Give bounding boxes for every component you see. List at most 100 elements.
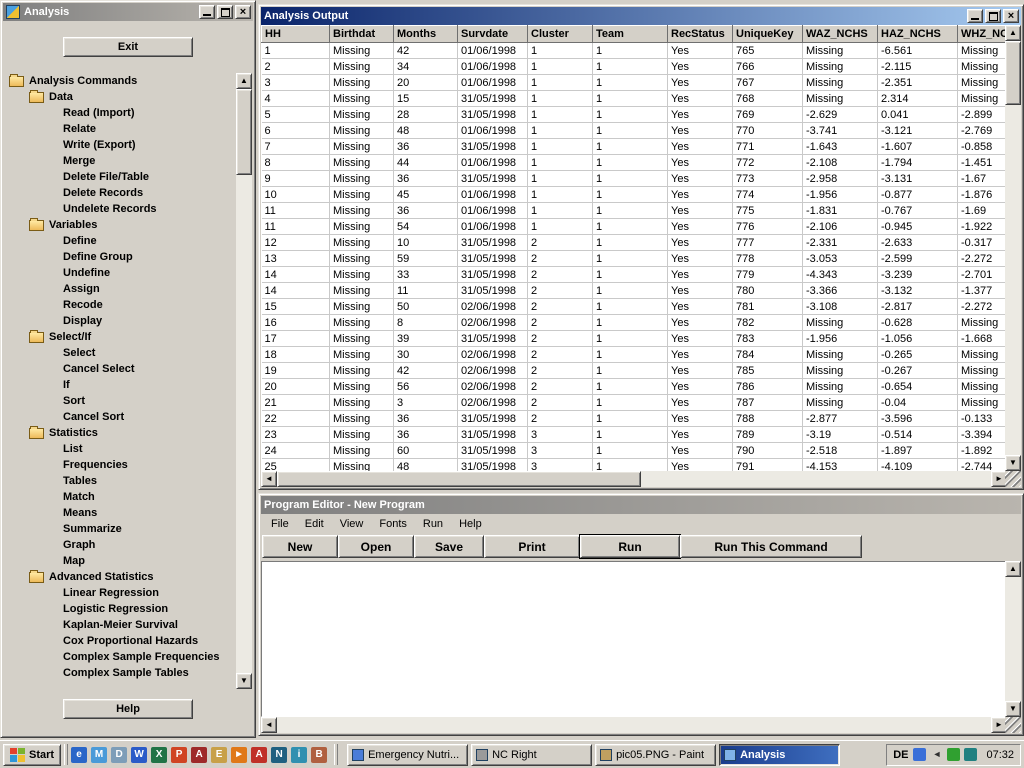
show-desktop-icon[interactable]: D [111, 747, 127, 763]
column-header-whz-nchs[interactable]: WHZ_NCHS [958, 26, 1008, 43]
table-row[interactable]: 5Missing2831/05/199811Yes769-2.6290.041-… [262, 107, 1008, 123]
table-row[interactable]: 20Missing5602/06/199821Yes786Missing-0.6… [262, 379, 1008, 395]
toolbar-drag-handle[interactable] [64, 744, 68, 765]
tree-item-complex-sample-frequencies[interactable]: Complex Sample Frequencies [63, 651, 220, 663]
tree-item-if[interactable]: If [63, 379, 70, 391]
paint-icon[interactable]: B [311, 747, 327, 763]
tree-group-data[interactable]: Data [49, 91, 73, 103]
tree-item-linear-regression[interactable]: Linear Regression [63, 587, 159, 599]
table-row[interactable]: 14Missing1131/05/199821Yes780-3.366-3.13… [262, 283, 1008, 299]
volume-icon[interactable]: ◄ [930, 748, 943, 761]
program-editor-textarea[interactable] [261, 561, 1007, 717]
output-minimize-button[interactable] [967, 9, 983, 23]
table-row[interactable]: 19Missing4202/06/199821Yes785Missing-0.2… [262, 363, 1008, 379]
column-header-uniquekey[interactable]: UniqueKey [733, 26, 803, 43]
table-row[interactable]: 11Missing5401/06/199811Yes776-2.106-0.94… [262, 219, 1008, 235]
resize-grip[interactable] [1005, 471, 1021, 487]
scroll-up-button[interactable]: ▲ [1005, 25, 1021, 41]
epi-info-icon[interactable]: i [291, 747, 307, 763]
table-row[interactable]: 16Missing802/06/199821Yes782Missing-0.62… [262, 315, 1008, 331]
menu-view[interactable]: View [332, 516, 372, 532]
table-row[interactable]: 17Missing3931/05/199821Yes783-1.956-1.05… [262, 331, 1008, 347]
table-row[interactable]: 11Missing3601/06/199811Yes775-1.831-0.76… [262, 203, 1008, 219]
editor-horizontal-scrollbar[interactable]: ◄ ► [261, 717, 1007, 733]
table-row[interactable]: 7Missing3631/05/199811Yes771-1.643-1.607… [262, 139, 1008, 155]
tree-scrollbar[interactable]: ▲ ▼ [236, 73, 252, 689]
resize-grip[interactable] [1005, 717, 1021, 733]
run-button[interactable]: Run [580, 535, 680, 558]
tree-item-graph[interactable]: Graph [63, 539, 95, 551]
acrobat-reader-icon[interactable]: A [251, 747, 267, 763]
output-close-button[interactable]: × [1003, 9, 1019, 23]
tree-item-cancel-select[interactable]: Cancel Select [63, 363, 135, 375]
table-row[interactable]: 8Missing4401/06/199811Yes772-2.108-1.794… [262, 155, 1008, 171]
table-row[interactable]: 23Missing3631/05/199831Yes789-3.19-0.514… [262, 427, 1008, 443]
menu-help[interactable]: Help [451, 516, 490, 532]
program-editor-titlebar[interactable]: Program Editor - New Program [261, 496, 1021, 514]
output-vertical-scrollbar[interactable]: ▲ ▼ [1005, 25, 1021, 471]
scroll-left-button[interactable]: ◄ [261, 471, 277, 487]
access-icon[interactable]: A [191, 747, 207, 763]
table-row[interactable]: 4Missing1531/05/199811Yes768Missing2.314… [262, 91, 1008, 107]
table-row[interactable]: 9Missing3631/05/199811Yes773-2.958-3.131… [262, 171, 1008, 187]
tree-item-display[interactable]: Display [63, 315, 102, 327]
taskbar-task-nc-right[interactable]: NC Right [471, 744, 592, 766]
column-header-birthdat[interactable]: Birthdat [330, 26, 394, 43]
table-row[interactable]: 1Missing4201/06/199811Yes765Missing-6.56… [262, 43, 1008, 59]
tree-group-variables[interactable]: Variables [49, 219, 97, 231]
table-row[interactable]: 6Missing4801/06/199811Yes770-3.741-3.121… [262, 123, 1008, 139]
column-header-months[interactable]: Months [394, 26, 458, 43]
column-header-recstatus[interactable]: RecStatus [668, 26, 733, 43]
tree-item-write-export[interactable]: Write (Export) [63, 139, 136, 151]
menu-run[interactable]: Run [415, 516, 451, 532]
tree-group-statistics[interactable]: Statistics [49, 427, 98, 439]
excel-icon[interactable]: X [151, 747, 167, 763]
tree-item-assign[interactable]: Assign [63, 283, 100, 295]
help-button[interactable]: Help [63, 699, 193, 719]
tree-item-merge[interactable]: Merge [63, 155, 95, 167]
scroll-down-button[interactable]: ▼ [1005, 455, 1021, 471]
tree-item-undefine[interactable]: Undefine [63, 267, 110, 279]
toolbar-drag-handle[interactable] [334, 744, 338, 765]
save-button[interactable]: Save [414, 535, 484, 558]
scroll-down-button[interactable]: ▼ [1005, 701, 1021, 717]
table-row[interactable]: 15Missing5002/06/199821Yes781-3.108-2.81… [262, 299, 1008, 315]
tree-group-advanced-statistics[interactable]: Advanced Statistics [49, 571, 154, 583]
table-row[interactable]: 12Missing1031/05/199821Yes777-2.331-2.63… [262, 235, 1008, 251]
outlook-express-icon[interactable]: M [91, 747, 107, 763]
tree-item-complex-sample-tables[interactable]: Complex Sample Tables [63, 667, 189, 679]
start-button[interactable]: Start [3, 744, 61, 766]
table-row[interactable]: 25Missing4831/05/199831Yes791-4.153-4.10… [262, 459, 1008, 472]
analysis-maximize-button[interactable] [217, 5, 233, 19]
print-button[interactable]: Print [484, 535, 580, 558]
menu-fonts[interactable]: Fonts [371, 516, 415, 532]
antivirus-icon[interactable] [947, 748, 960, 761]
word-icon[interactable]: W [131, 747, 147, 763]
output-maximize-button[interactable] [985, 9, 1001, 23]
language-indicator[interactable]: DE [893, 749, 908, 761]
column-header-cluster[interactable]: Cluster [528, 26, 593, 43]
table-row[interactable]: 18Missing3002/06/199821Yes784Missing-0.2… [262, 347, 1008, 363]
windows-explorer-icon[interactable]: E [211, 747, 227, 763]
tree-item-undelete-records[interactable]: Undelete Records [63, 203, 157, 215]
exit-button[interactable]: Exit [63, 37, 193, 57]
table-row[interactable]: 24Missing6031/05/199831Yes790-2.518-1.89… [262, 443, 1008, 459]
table-row[interactable]: 13Missing5931/05/199821Yes778-3.053-2.59… [262, 251, 1008, 267]
tree-item-define[interactable]: Define [63, 235, 97, 247]
column-header-survdate[interactable]: Survdate [458, 26, 528, 43]
output-titlebar[interactable]: Analysis Output × [261, 7, 1021, 25]
netscape-icon[interactable]: N [271, 747, 287, 763]
taskbar-task-pic05-png-paint[interactable]: pic05.PNG - Paint [595, 744, 716, 766]
scroll-up-button[interactable]: ▲ [1005, 561, 1021, 577]
analysis-minimize-button[interactable] [199, 5, 215, 19]
analysis-titlebar[interactable]: Analysis × [3, 3, 253, 21]
tree-item-delete-records[interactable]: Delete Records [63, 187, 143, 199]
output-horizontal-scrollbar[interactable]: ◄ ► [261, 471, 1007, 487]
menu-file[interactable]: File [263, 516, 297, 532]
tree-item-cancel-sort[interactable]: Cancel Sort [63, 411, 124, 423]
column-header-haz-nchs[interactable]: HAZ_NCHS [878, 26, 958, 43]
tree-item-cox-proportional-hazards[interactable]: Cox Proportional Hazards [63, 635, 198, 647]
taskbar-task-analysis[interactable]: Analysis [719, 744, 840, 766]
tree-item-logistic-regression[interactable]: Logistic Regression [63, 603, 168, 615]
scroll-down-button[interactable]: ▼ [236, 673, 252, 689]
